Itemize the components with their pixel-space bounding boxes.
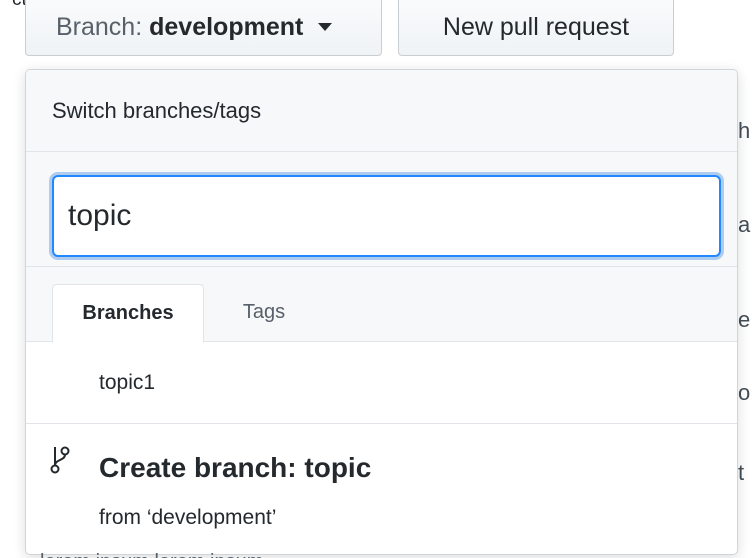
caret-down-icon bbox=[318, 23, 333, 31]
tab-branches[interactable]: Branches bbox=[52, 284, 204, 343]
current-branch-name: development bbox=[149, 13, 304, 41]
branch-filter-input[interactable] bbox=[52, 175, 721, 257]
background-fragment: o bbox=[738, 380, 751, 405]
git-branch-icon bbox=[50, 446, 70, 474]
tabs-bar: Branches Tags bbox=[26, 267, 737, 343]
bottom-cropped-text: lorem ipsum lorem ipsum bbox=[40, 551, 740, 558]
branch-switcher-dropdown: Switch branches/tags Branches Tags topic… bbox=[25, 69, 738, 555]
new-pull-request-button[interactable]: New pull request bbox=[398, 0, 674, 56]
tab-tags[interactable]: Tags bbox=[214, 284, 314, 342]
create-branch-source: from ‘development’ bbox=[99, 506, 277, 529]
background-fragment: t bbox=[738, 460, 745, 485]
background-fragment: a bbox=[738, 212, 751, 237]
branch-list-item[interactable]: topic1 bbox=[26, 342, 737, 424]
background-fragment: e bbox=[738, 307, 751, 332]
create-branch-item[interactable]: Create branch: topic from ‘development’ bbox=[26, 424, 737, 554]
dropdown-header: Switch branches/tags bbox=[26, 70, 737, 152]
background-fragment: h bbox=[738, 118, 751, 143]
branch-select-button[interactable]: Branch: development bbox=[25, 0, 382, 56]
branch-prefix: Branch: bbox=[56, 13, 143, 41]
filter-container bbox=[26, 152, 737, 267]
create-branch-title: Create branch: topic bbox=[99, 452, 372, 483]
